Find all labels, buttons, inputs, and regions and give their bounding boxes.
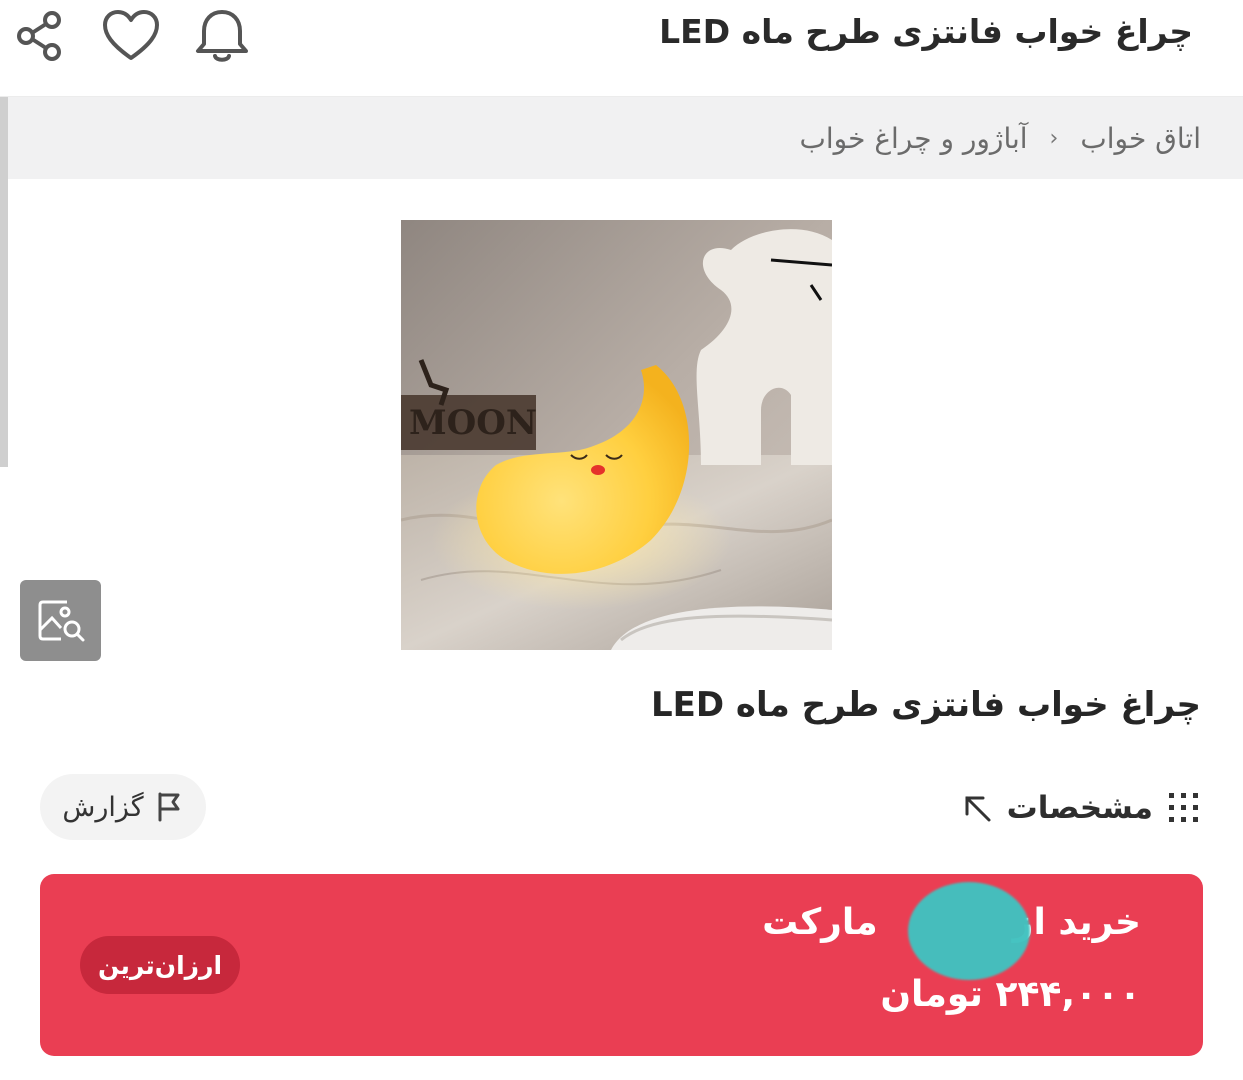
notify-button[interactable] [190, 4, 254, 68]
product-title: چراغ خواب فانتزی طرح ماه LED [650, 685, 1201, 725]
moon-lamp-photo: MOON [401, 220, 832, 650]
seller-prefix: خرید از [1012, 902, 1141, 943]
heart-icon [103, 10, 159, 60]
favorite-button[interactable] [99, 4, 163, 68]
seller-suffix: مارکت [762, 902, 878, 943]
share-icon [17, 11, 61, 61]
image-gallery-button[interactable] [20, 580, 101, 661]
flag-icon [158, 792, 180, 822]
specs-label: مشخصات [1006, 790, 1153, 826]
specs-link[interactable]: مشخصات [961, 780, 1201, 836]
report-button[interactable]: گزارش [40, 774, 206, 840]
breadcrumb-item-bedroom[interactable]: اتاق خواب [1080, 122, 1201, 155]
buy-box[interactable]: خرید از مارکت ۲۴۴,۰۰۰ تومان ارزان‌ترین [40, 874, 1203, 1056]
product-image[interactable]: MOON [401, 220, 832, 650]
grid-dots-icon [1169, 793, 1198, 822]
report-label: گزارش [62, 791, 144, 823]
breadcrumb: اتاق خواب ‹ آباژور و چراغ خواب [8, 97, 1243, 179]
header-title: چراغ خواب فانتزی طرح ماه LED [659, 12, 1193, 51]
price: ۲۴۴,۰۰۰ تومان [880, 974, 1141, 1015]
top-app-bar: چراغ خواب فانتزی طرح ماه LED [0, 0, 1243, 97]
arrow-up-left-icon [965, 796, 991, 822]
breadcrumb-separator: ‹ [1049, 125, 1059, 151]
image-search-icon [38, 600, 84, 641]
share-button[interactable] [8, 4, 72, 68]
bell-icon [196, 10, 248, 62]
redaction-mark [908, 882, 1030, 980]
moon-sign-text: MOON [409, 403, 537, 443]
breadcrumb-item-lamps[interactable]: آباژور و چراغ خواب [800, 122, 1028, 155]
scrollbar[interactable] [0, 97, 8, 467]
cheapest-badge: ارزان‌ترین [80, 936, 240, 994]
